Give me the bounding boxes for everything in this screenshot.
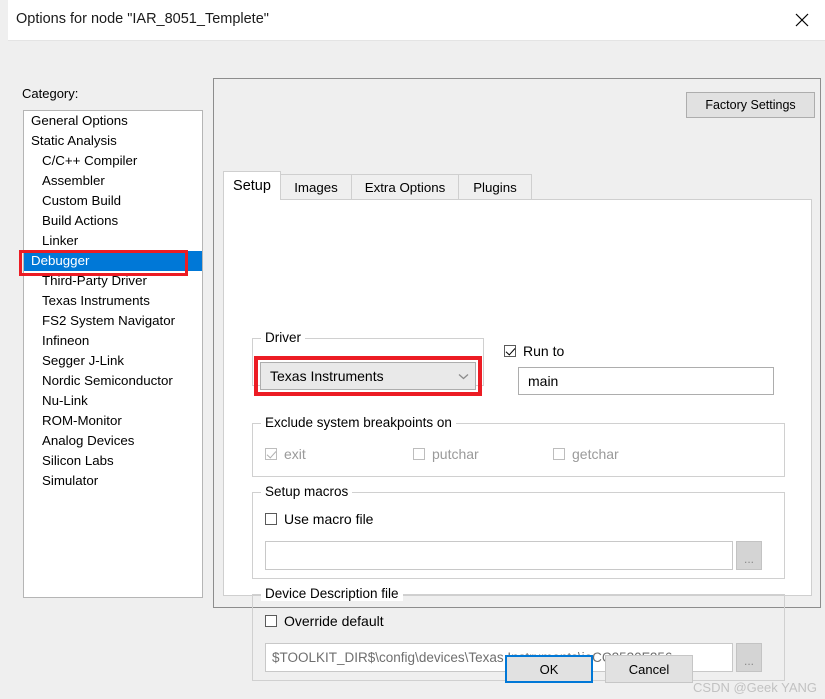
exclude-breakpoints-row: exit putchar getchar: [265, 446, 775, 462]
category-item-build-actions[interactable]: Build Actions: [24, 211, 202, 231]
tab-setup[interactable]: Setup: [223, 171, 281, 200]
tab-extra-options[interactable]: Extra Options: [351, 174, 459, 199]
category-item-segger-j-link[interactable]: Segger J-Link: [24, 351, 202, 371]
device-description-browse-button[interactable]: ...: [736, 643, 762, 672]
category-item-infineon[interactable]: Infineon: [24, 331, 202, 351]
category-item-c-c-compiler[interactable]: C/C++ Compiler: [24, 151, 202, 171]
driver-combobox[interactable]: Texas Instruments: [260, 362, 476, 390]
setup-macros-group: Setup macros Use macro file ...: [252, 484, 785, 579]
exclude-breakpoint-exit-label: exit: [284, 446, 306, 462]
macro-file-input[interactable]: [265, 541, 733, 570]
exclude-breakpoint-getchar-label: getchar: [572, 446, 619, 462]
close-icon[interactable]: [779, 0, 825, 39]
exclude-breakpoint-exit-checkbox-box: [265, 448, 277, 460]
category-item-assembler[interactable]: Assembler: [24, 171, 202, 191]
category-item-texas-instruments[interactable]: Texas Instruments: [24, 291, 202, 311]
category-item-rom-monitor[interactable]: ROM-Monitor: [24, 411, 202, 431]
use-macro-file-checkbox[interactable]: Use macro file: [265, 511, 373, 527]
exclude-breakpoint-exit[interactable]: exit: [265, 446, 413, 462]
chevron-down-icon: [451, 373, 475, 380]
category-label: Category:: [22, 86, 79, 101]
page-title: Options for node "IAR_8051_Templete": [16, 11, 269, 27]
options-panel: Factory Settings Setup Images Extra Option…: [213, 78, 821, 681]
tab-images[interactable]: Images: [280, 174, 352, 199]
use-macro-file-label: Use macro file: [284, 511, 374, 527]
window-left-background: [0, 0, 8, 699]
run-to-label-row[interactable]: Run to: [504, 343, 564, 359]
exclude-breakpoints-group-title: Exclude system breakpoints on: [261, 415, 456, 430]
category-item-custom-build[interactable]: Custom Build: [24, 191, 202, 211]
macro-file-browse-button[interactable]: ...: [736, 541, 762, 570]
category-item-linker[interactable]: Linker: [24, 231, 202, 251]
options-dialog: Options for node "IAR_8051_Templete" Cat…: [8, 0, 825, 699]
exclude-breakpoints-group: Exclude system breakpoints on exit putcha…: [252, 415, 785, 477]
driver-group-title: Driver: [261, 330, 305, 345]
title-bar: Options for node "IAR_8051_Templete": [8, 0, 825, 41]
category-item-third-party-driver[interactable]: Third-Party Driver: [24, 271, 202, 291]
tab-strip: Setup Images Extra Options Plugins: [223, 171, 812, 200]
override-default-checkbox-box[interactable]: [265, 615, 277, 627]
setup-macros-group-title: Setup macros: [261, 484, 353, 499]
run-to-input[interactable]: main: [518, 367, 774, 395]
run-to-checkbox-box[interactable]: [504, 345, 516, 357]
device-description-group-title: Device Description file: [261, 586, 403, 601]
ok-button[interactable]: OK: [505, 655, 593, 683]
category-item-nu-link[interactable]: Nu-Link: [24, 391, 202, 411]
category-item-silicon-labs[interactable]: Silicon Labs: [24, 451, 202, 471]
override-default-checkbox[interactable]: Override default: [265, 613, 384, 629]
category-item-nordic-semiconductor[interactable]: Nordic Semiconductor: [24, 371, 202, 391]
category-item-fs2-system-navigator[interactable]: FS2 System Navigator: [24, 311, 202, 331]
exclude-breakpoint-getchar[interactable]: getchar: [553, 446, 619, 462]
tab-content-setup: Driver Texas Instruments Run to main Exc…: [223, 199, 812, 681]
run-to-checkbox[interactable]: Run to: [504, 343, 564, 359]
category-item-simulator[interactable]: Simulator: [24, 471, 202, 491]
category-listbox[interactable]: General Options Static Analysis C/C++ Comp…: [23, 110, 203, 598]
category-item-analog-devices[interactable]: Analog Devices: [24, 431, 202, 451]
run-to-label: Run to: [523, 343, 565, 359]
exclude-breakpoint-putchar[interactable]: putchar: [413, 446, 553, 462]
category-item-debugger[interactable]: Debugger: [24, 251, 202, 271]
exclude-breakpoint-getchar-checkbox-box: [553, 448, 565, 460]
tab-plugins[interactable]: Plugins: [458, 174, 532, 199]
driver-selected-value: Texas Instruments: [270, 368, 384, 384]
category-item-static-analysis[interactable]: Static Analysis: [24, 131, 202, 151]
factory-settings-button[interactable]: Factory Settings: [686, 92, 815, 118]
category-item-general-options[interactable]: General Options: [24, 111, 202, 131]
exclude-breakpoint-putchar-label: putchar: [432, 446, 479, 462]
watermark: CSDN @Geek YANG: [693, 680, 817, 695]
exclude-breakpoint-putchar-checkbox-box: [413, 448, 425, 460]
cancel-button[interactable]: Cancel: [605, 655, 693, 683]
use-macro-file-checkbox-box[interactable]: [265, 513, 277, 525]
override-default-label: Override default: [284, 613, 384, 629]
